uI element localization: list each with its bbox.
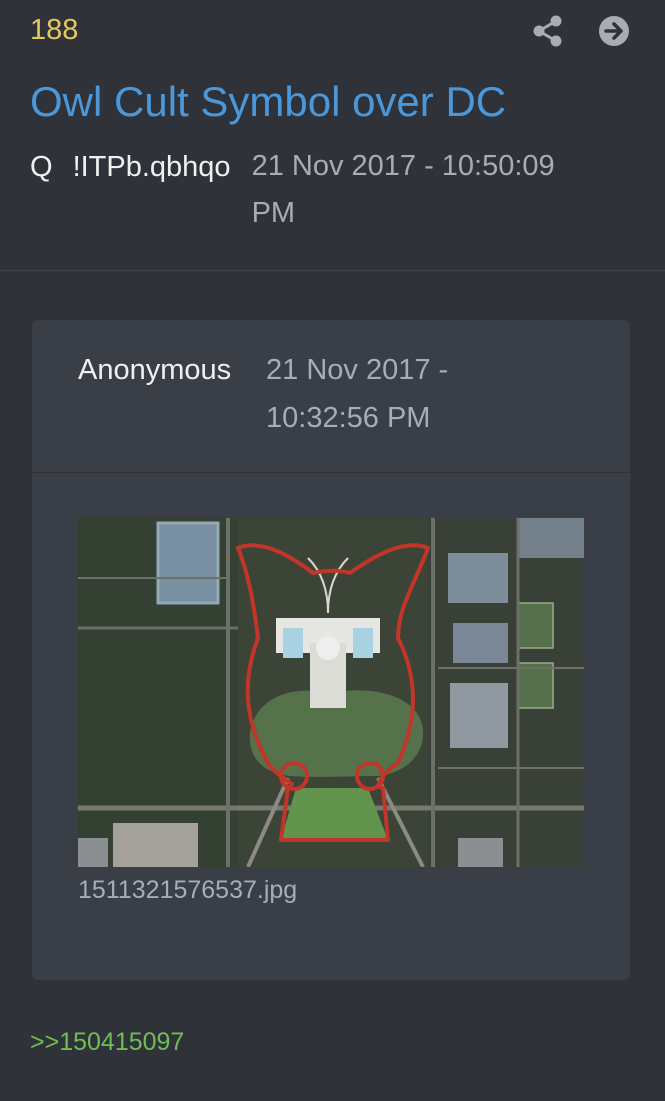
post-divider [0,270,665,271]
quoted-post-author: Anonymous [78,354,232,386]
quoted-post-timestamp: 21 Nov 2017 - 10:32:56 PM [266,354,449,434]
attached-image-filename[interactable]: 1511321576537.jpg [78,876,297,905]
quoted-post-header: Anonymous 21 Nov 2017 - 10:32:56 PM [32,320,630,473]
post-author-name: Q [30,151,53,183]
quoted-post-card: Anonymous 21 Nov 2017 - 10:32:56 PM 1511… [32,320,630,980]
share-icon[interactable] [531,14,565,48]
attached-image[interactable] [78,518,584,867]
post-number: 188 [30,14,79,46]
post-timestamp: 21 Nov 2017 - 10:50:09 PM [251,150,555,229]
post-title[interactable]: Owl Cult Symbol over DC [30,78,506,126]
post-author-row: Q !ITPb.qbhqo 21 Nov 2017 - 10:50:09 PM [30,150,630,237]
reply-link[interactable]: >>150415097 [30,1028,184,1057]
arrow-right-circle-icon[interactable] [597,14,631,48]
post-tripcode: !ITPb.qbhqo [72,151,231,183]
